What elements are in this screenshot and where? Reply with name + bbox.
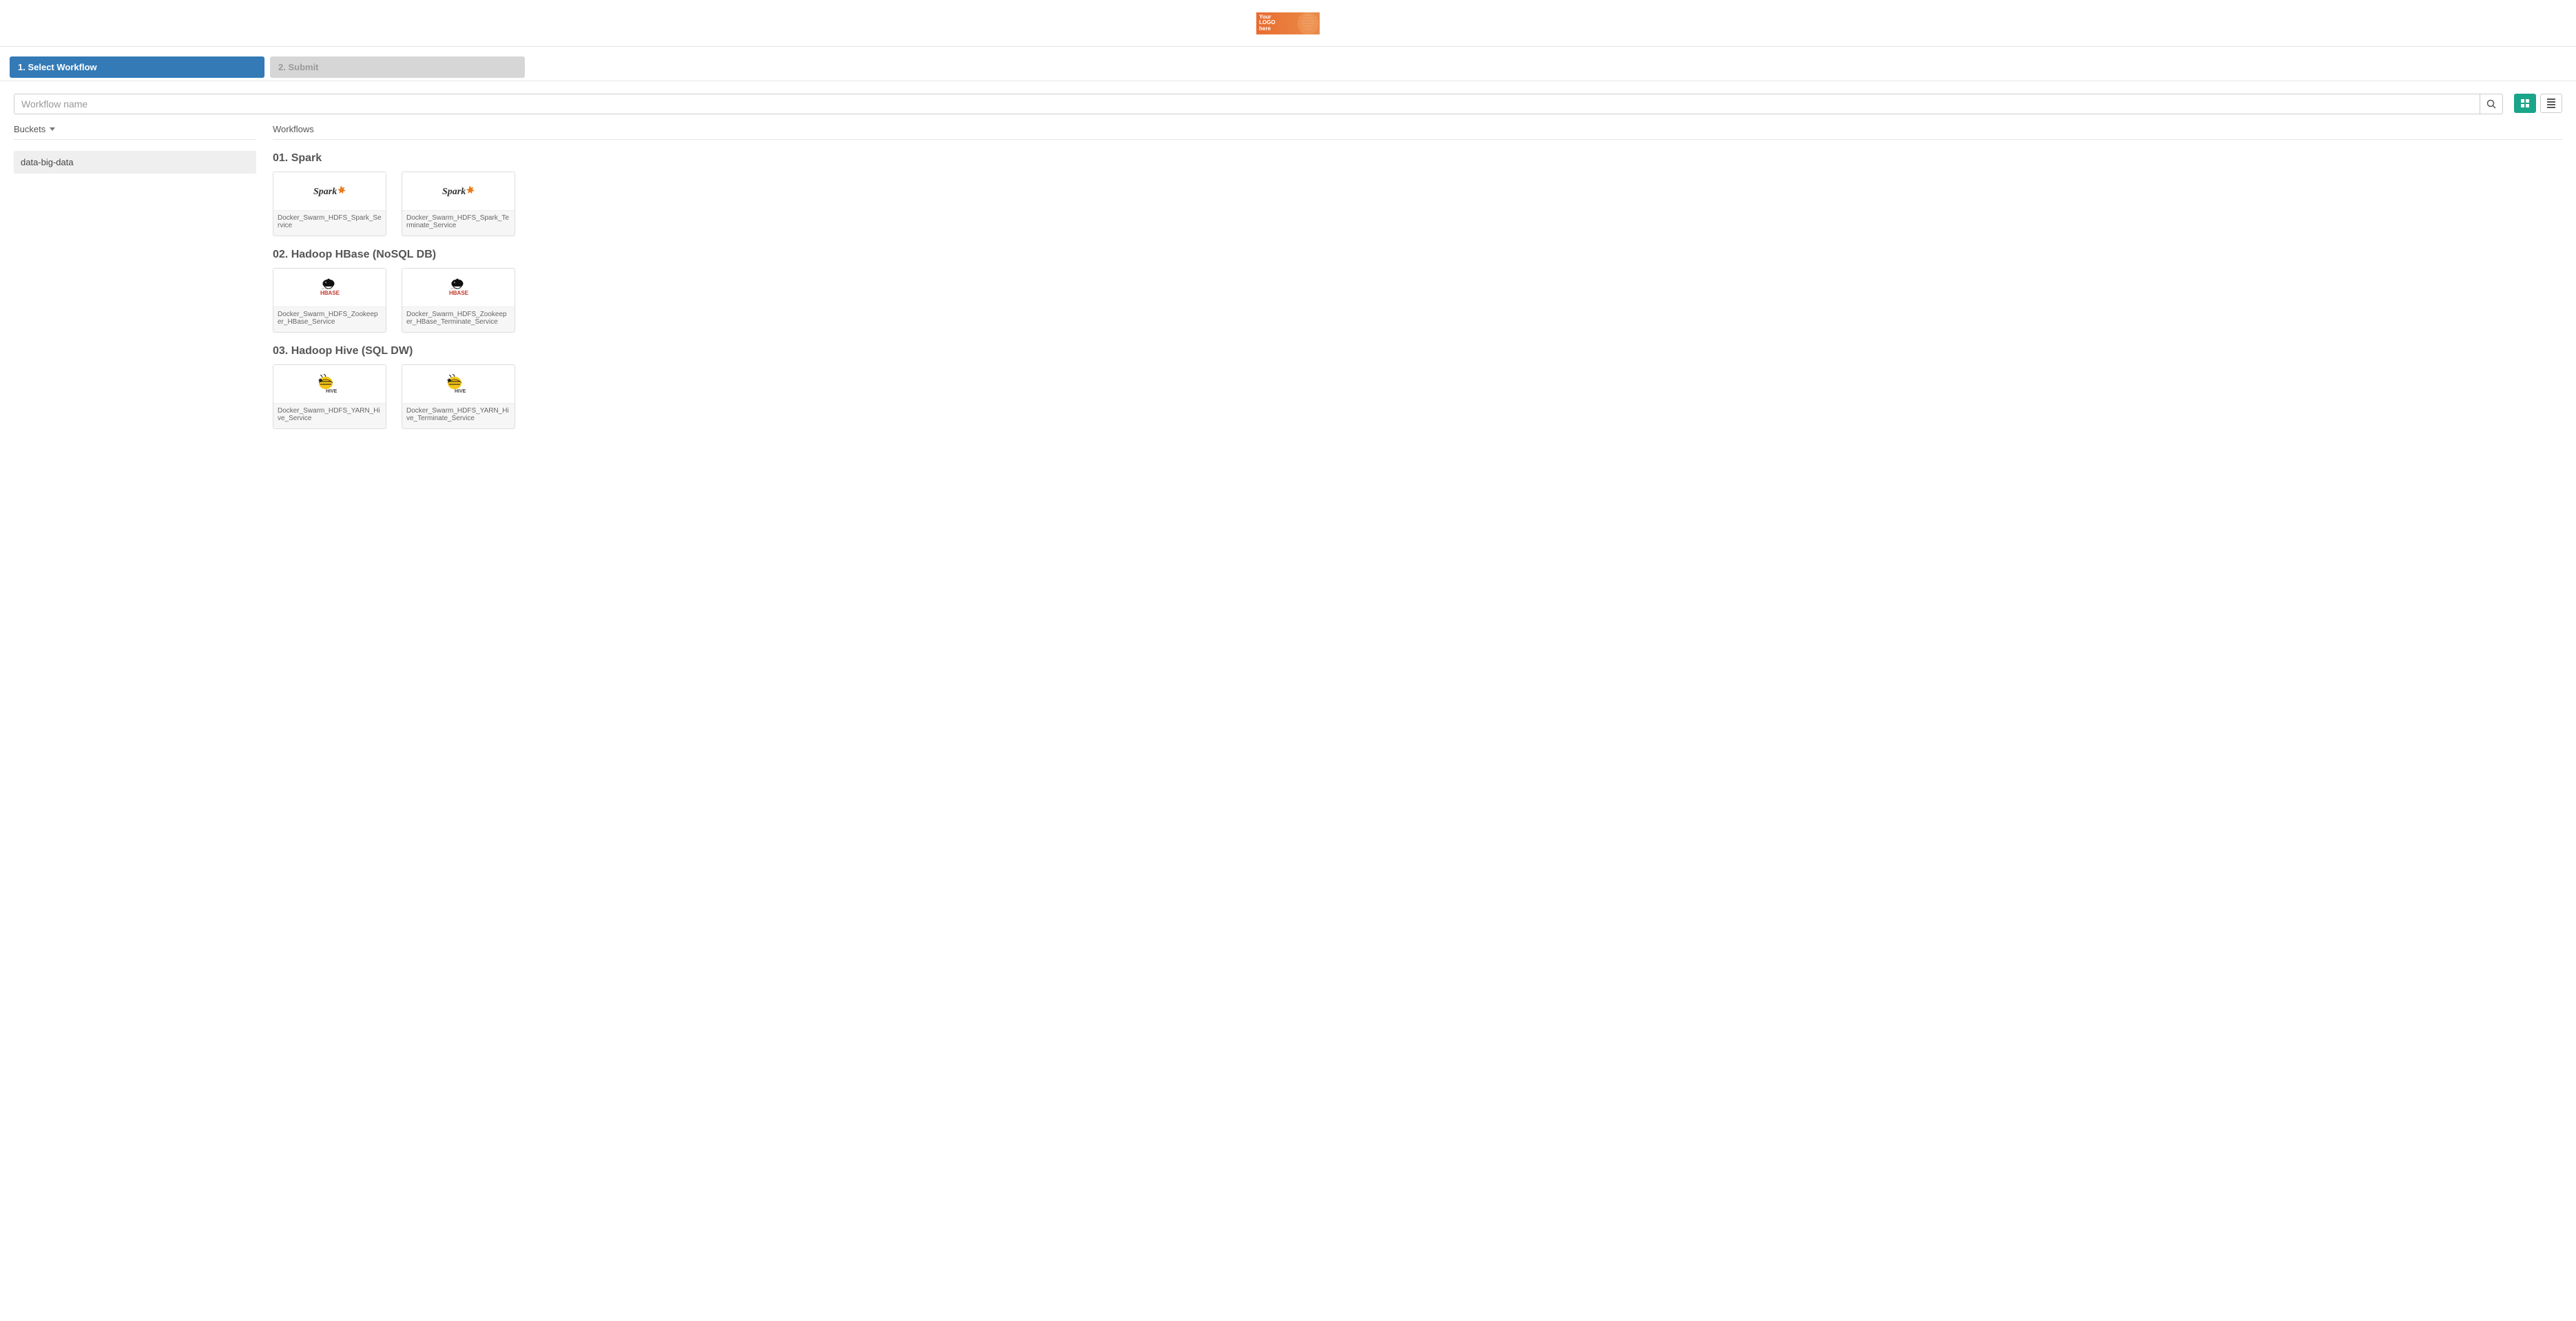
search-button[interactable] [2480,94,2503,114]
search-row [14,94,2562,114]
search-icon [2486,99,2496,109]
spark-icon [402,172,515,211]
workflow-card-name: Docker_Swarm_HDFS_Spark_Service [273,211,386,236]
list-icon [2547,98,2555,108]
buckets-title: Buckets [14,124,45,134]
logo-head-icon [1298,12,1318,34]
workflow-card-name: Docker_Swarm_HDFS_Spark_Terminate_Servic… [402,211,515,236]
search-group [14,94,2503,114]
wizard-steps: 1. Select Workflow 2. Submit [0,47,2576,81]
spark-icon [273,172,386,211]
bucket-item[interactable]: data-big-data [14,151,256,174]
group-title-spark: 01. Spark [273,152,2562,165]
grid-icon [2521,99,2529,107]
workflows-header: Workflows [273,124,2562,140]
workflow-card[interactable]: Docker_Swarm_HDFS_Spark_Service [273,171,386,236]
workflow-card[interactable]: Docker_Swarm_HDFS_Zookeeper_HBase_Servic… [273,268,386,333]
caret-down-icon [50,127,55,131]
workflow-card-name: Docker_Swarm_HDFS_Zookeeper_HBase_Servic… [273,307,386,332]
search-input[interactable] [14,94,2480,114]
workflow-card[interactable]: Docker_Swarm_HDFS_Zookeeper_HBase_Termin… [402,268,515,333]
group-title-hive: 03. Hadoop Hive (SQL DW) [273,345,2562,357]
columns: Buckets data-big-data Workflows 01. Spar… [14,124,2562,429]
step-submit: 2. Submit [270,56,525,78]
group-cards-hive: Docker_Swarm_HDFS_YARN_Hive_Service Dock… [273,364,2562,429]
topbar: Your LOGO here [0,0,2576,47]
hive-icon [402,365,515,404]
group-cards-hbase: Docker_Swarm_HDFS_Zookeeper_HBase_Servic… [273,268,2562,333]
workflow-card-name: Docker_Swarm_HDFS_YARN_Hive_Service [273,404,386,428]
hbase-icon [402,269,515,307]
workflows-title: Workflows [273,124,314,134]
list-view-button[interactable] [2540,94,2562,113]
buckets-header[interactable]: Buckets [14,124,256,140]
workflow-card[interactable]: Docker_Swarm_HDFS_YARN_Hive_Terminate_Se… [402,364,515,429]
hbase-icon [273,269,386,307]
content: Buckets data-big-data Workflows 01. Spar… [0,81,2576,441]
view-toggles [2514,94,2562,114]
workflow-card[interactable]: Docker_Swarm_HDFS_Spark_Terminate_Servic… [402,171,515,236]
workflow-card-name: Docker_Swarm_HDFS_YARN_Hive_Terminate_Se… [402,404,515,428]
group-title-hbase: 02. Hadoop HBase (NoSQL DB) [273,249,2562,261]
grid-view-button[interactable] [2514,94,2536,113]
sidebar: Buckets data-big-data [14,124,256,429]
workflow-card[interactable]: Docker_Swarm_HDFS_YARN_Hive_Service [273,364,386,429]
logo: Your LOGO here [1256,12,1320,34]
workflow-card-name: Docker_Swarm_HDFS_Zookeeper_HBase_Termin… [402,307,515,332]
hive-icon [273,365,386,404]
step-select-workflow[interactable]: 1. Select Workflow [10,56,264,78]
main-panel: Workflows 01. Spark Docker_Swarm_HDFS_Sp… [273,124,2562,429]
group-cards-spark: Docker_Swarm_HDFS_Spark_Service Docker_S… [273,171,2562,236]
